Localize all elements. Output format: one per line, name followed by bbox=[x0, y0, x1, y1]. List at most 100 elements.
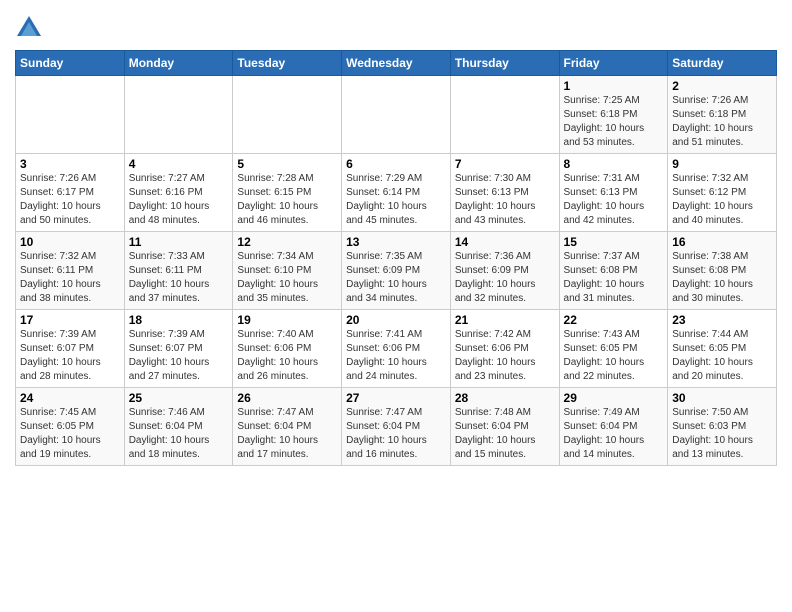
day-info: Sunrise: 7:28 AMSunset: 6:15 PMDaylight:… bbox=[237, 172, 337, 228]
calendar-cell: 5Sunrise: 7:28 AMSunset: 6:15 PMDaylight… bbox=[233, 154, 342, 232]
calendar-table: SundayMondayTuesdayWednesdayThursdayFrid… bbox=[15, 50, 777, 466]
day-number: 25 bbox=[129, 391, 229, 405]
day-info: Sunrise: 7:34 AMSunset: 6:10 PMDaylight:… bbox=[237, 250, 337, 306]
calendar-week-5: 24Sunrise: 7:45 AMSunset: 6:05 PMDayligh… bbox=[16, 388, 777, 466]
header bbox=[15, 10, 777, 42]
day-info: Sunrise: 7:32 AMSunset: 6:11 PMDaylight:… bbox=[20, 250, 120, 306]
day-info: Sunrise: 7:42 AMSunset: 6:06 PMDaylight:… bbox=[455, 328, 555, 384]
day-number: 26 bbox=[237, 391, 337, 405]
day-info: Sunrise: 7:27 AMSunset: 6:16 PMDaylight:… bbox=[129, 172, 229, 228]
day-number: 8 bbox=[564, 157, 664, 171]
calendar-cell: 18Sunrise: 7:39 AMSunset: 6:07 PMDayligh… bbox=[124, 310, 233, 388]
calendar-cell: 11Sunrise: 7:33 AMSunset: 6:11 PMDayligh… bbox=[124, 232, 233, 310]
calendar-cell: 12Sunrise: 7:34 AMSunset: 6:10 PMDayligh… bbox=[233, 232, 342, 310]
day-number: 16 bbox=[672, 235, 772, 249]
day-info: Sunrise: 7:46 AMSunset: 6:04 PMDaylight:… bbox=[129, 406, 229, 462]
calendar-cell: 29Sunrise: 7:49 AMSunset: 6:04 PMDayligh… bbox=[559, 388, 668, 466]
calendar-cell bbox=[450, 76, 559, 154]
day-number: 20 bbox=[346, 313, 446, 327]
day-number: 24 bbox=[20, 391, 120, 405]
day-info: Sunrise: 7:38 AMSunset: 6:08 PMDaylight:… bbox=[672, 250, 772, 306]
calendar-week-3: 10Sunrise: 7:32 AMSunset: 6:11 PMDayligh… bbox=[16, 232, 777, 310]
day-number: 28 bbox=[455, 391, 555, 405]
calendar-cell: 4Sunrise: 7:27 AMSunset: 6:16 PMDaylight… bbox=[124, 154, 233, 232]
day-number: 12 bbox=[237, 235, 337, 249]
day-info: Sunrise: 7:44 AMSunset: 6:05 PMDaylight:… bbox=[672, 328, 772, 384]
day-number: 1 bbox=[564, 79, 664, 93]
weekday-header-saturday: Saturday bbox=[668, 51, 777, 76]
day-info: Sunrise: 7:39 AMSunset: 6:07 PMDaylight:… bbox=[20, 328, 120, 384]
day-number: 14 bbox=[455, 235, 555, 249]
page-container: SundayMondayTuesdayWednesdayThursdayFrid… bbox=[0, 0, 792, 481]
day-info: Sunrise: 7:30 AMSunset: 6:13 PMDaylight:… bbox=[455, 172, 555, 228]
day-info: Sunrise: 7:35 AMSunset: 6:09 PMDaylight:… bbox=[346, 250, 446, 306]
calendar-cell: 20Sunrise: 7:41 AMSunset: 6:06 PMDayligh… bbox=[342, 310, 451, 388]
calendar-cell: 24Sunrise: 7:45 AMSunset: 6:05 PMDayligh… bbox=[16, 388, 125, 466]
calendar-cell: 30Sunrise: 7:50 AMSunset: 6:03 PMDayligh… bbox=[668, 388, 777, 466]
weekday-header-wednesday: Wednesday bbox=[342, 51, 451, 76]
day-number: 15 bbox=[564, 235, 664, 249]
day-number: 13 bbox=[346, 235, 446, 249]
calendar-cell: 16Sunrise: 7:38 AMSunset: 6:08 PMDayligh… bbox=[668, 232, 777, 310]
day-number: 4 bbox=[129, 157, 229, 171]
calendar-week-1: 1Sunrise: 7:25 AMSunset: 6:18 PMDaylight… bbox=[16, 76, 777, 154]
day-number: 22 bbox=[564, 313, 664, 327]
day-info: Sunrise: 7:48 AMSunset: 6:04 PMDaylight:… bbox=[455, 406, 555, 462]
logo-icon bbox=[15, 14, 43, 42]
calendar-week-2: 3Sunrise: 7:26 AMSunset: 6:17 PMDaylight… bbox=[16, 154, 777, 232]
day-info: Sunrise: 7:33 AMSunset: 6:11 PMDaylight:… bbox=[129, 250, 229, 306]
calendar-cell: 3Sunrise: 7:26 AMSunset: 6:17 PMDaylight… bbox=[16, 154, 125, 232]
day-number: 27 bbox=[346, 391, 446, 405]
day-info: Sunrise: 7:31 AMSunset: 6:13 PMDaylight:… bbox=[564, 172, 664, 228]
day-number: 10 bbox=[20, 235, 120, 249]
day-number: 6 bbox=[346, 157, 446, 171]
calendar-cell: 22Sunrise: 7:43 AMSunset: 6:05 PMDayligh… bbox=[559, 310, 668, 388]
day-info: Sunrise: 7:37 AMSunset: 6:08 PMDaylight:… bbox=[564, 250, 664, 306]
calendar-week-4: 17Sunrise: 7:39 AMSunset: 6:07 PMDayligh… bbox=[16, 310, 777, 388]
day-number: 19 bbox=[237, 313, 337, 327]
calendar-cell: 28Sunrise: 7:48 AMSunset: 6:04 PMDayligh… bbox=[450, 388, 559, 466]
weekday-header-tuesday: Tuesday bbox=[233, 51, 342, 76]
calendar-cell bbox=[16, 76, 125, 154]
calendar-cell: 2Sunrise: 7:26 AMSunset: 6:18 PMDaylight… bbox=[668, 76, 777, 154]
calendar-cell: 6Sunrise: 7:29 AMSunset: 6:14 PMDaylight… bbox=[342, 154, 451, 232]
day-info: Sunrise: 7:40 AMSunset: 6:06 PMDaylight:… bbox=[237, 328, 337, 384]
day-info: Sunrise: 7:29 AMSunset: 6:14 PMDaylight:… bbox=[346, 172, 446, 228]
day-info: Sunrise: 7:39 AMSunset: 6:07 PMDaylight:… bbox=[129, 328, 229, 384]
day-info: Sunrise: 7:47 AMSunset: 6:04 PMDaylight:… bbox=[237, 406, 337, 462]
day-info: Sunrise: 7:50 AMSunset: 6:03 PMDaylight:… bbox=[672, 406, 772, 462]
day-number: 17 bbox=[20, 313, 120, 327]
calendar-cell: 21Sunrise: 7:42 AMSunset: 6:06 PMDayligh… bbox=[450, 310, 559, 388]
calendar-cell bbox=[342, 76, 451, 154]
calendar-cell: 14Sunrise: 7:36 AMSunset: 6:09 PMDayligh… bbox=[450, 232, 559, 310]
day-number: 2 bbox=[672, 79, 772, 93]
day-info: Sunrise: 7:47 AMSunset: 6:04 PMDaylight:… bbox=[346, 406, 446, 462]
day-number: 11 bbox=[129, 235, 229, 249]
day-info: Sunrise: 7:32 AMSunset: 6:12 PMDaylight:… bbox=[672, 172, 772, 228]
calendar-cell: 27Sunrise: 7:47 AMSunset: 6:04 PMDayligh… bbox=[342, 388, 451, 466]
weekday-header-friday: Friday bbox=[559, 51, 668, 76]
calendar-cell: 26Sunrise: 7:47 AMSunset: 6:04 PMDayligh… bbox=[233, 388, 342, 466]
day-number: 30 bbox=[672, 391, 772, 405]
calendar-cell: 7Sunrise: 7:30 AMSunset: 6:13 PMDaylight… bbox=[450, 154, 559, 232]
day-number: 9 bbox=[672, 157, 772, 171]
weekday-header-row: SundayMondayTuesdayWednesdayThursdayFrid… bbox=[16, 51, 777, 76]
weekday-header-sunday: Sunday bbox=[16, 51, 125, 76]
day-info: Sunrise: 7:25 AMSunset: 6:18 PMDaylight:… bbox=[564, 94, 664, 150]
calendar-cell: 1Sunrise: 7:25 AMSunset: 6:18 PMDaylight… bbox=[559, 76, 668, 154]
day-number: 18 bbox=[129, 313, 229, 327]
day-info: Sunrise: 7:43 AMSunset: 6:05 PMDaylight:… bbox=[564, 328, 664, 384]
calendar-cell: 15Sunrise: 7:37 AMSunset: 6:08 PMDayligh… bbox=[559, 232, 668, 310]
day-number: 5 bbox=[237, 157, 337, 171]
day-number: 29 bbox=[564, 391, 664, 405]
day-number: 3 bbox=[20, 157, 120, 171]
logo bbox=[15, 14, 47, 42]
calendar-cell bbox=[233, 76, 342, 154]
day-info: Sunrise: 7:49 AMSunset: 6:04 PMDaylight:… bbox=[564, 406, 664, 462]
weekday-header-thursday: Thursday bbox=[450, 51, 559, 76]
day-number: 23 bbox=[672, 313, 772, 327]
calendar-cell: 8Sunrise: 7:31 AMSunset: 6:13 PMDaylight… bbox=[559, 154, 668, 232]
day-info: Sunrise: 7:26 AMSunset: 6:18 PMDaylight:… bbox=[672, 94, 772, 150]
calendar-cell: 13Sunrise: 7:35 AMSunset: 6:09 PMDayligh… bbox=[342, 232, 451, 310]
calendar-cell bbox=[124, 76, 233, 154]
